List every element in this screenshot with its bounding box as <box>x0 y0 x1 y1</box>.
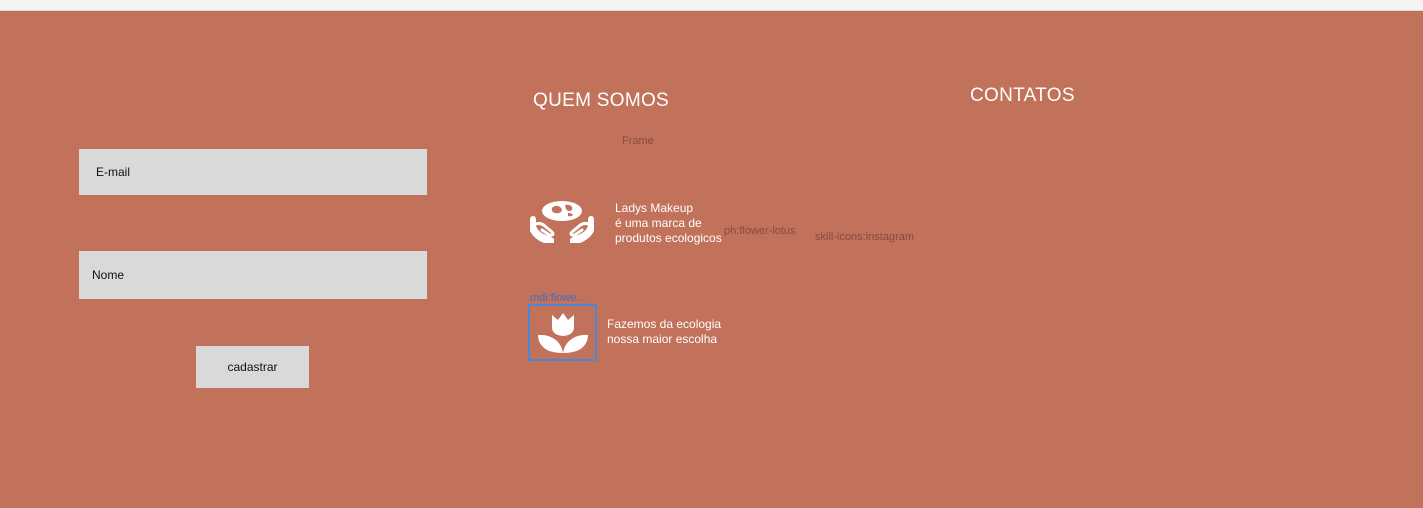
brand-line: Ladys Makeup <box>615 201 694 215</box>
hands-globe-icon <box>528 198 596 244</box>
name-placeholder: Nome <box>92 268 125 282</box>
flower-tulip-icon[interactable] <box>528 304 597 361</box>
ecology-description: Fazemos da ecologia nossa maior escolha <box>607 317 721 347</box>
submit-button[interactable]: cadastrar <box>196 346 309 388</box>
brand-line: é uma marca de <box>615 216 702 230</box>
about-heading: QUEM SOMOS <box>533 90 670 111</box>
contacts-heading: CONTATOS <box>970 85 1075 106</box>
brand-line: produtos ecologicos <box>615 231 722 245</box>
instagram-layer-label: skill-icons:instagram <box>815 231 915 243</box>
name-field[interactable]: Nome <box>79 251 427 299</box>
top-toolbar-strip <box>0 0 1423 11</box>
brand-description: Ladys Makeup é uma marca de produtos eco… <box>615 201 722 246</box>
ecology-line: Fazemos da ecologia <box>607 317 722 331</box>
mdi-flower-layer-label: mdi:flowe... <box>530 292 586 304</box>
email-placeholder: E-mail <box>96 165 131 179</box>
email-field[interactable]: E-mail <box>79 149 427 195</box>
frame-layer-label: Frame <box>622 135 654 147</box>
lotus-layer-label: ph:flower-lotus <box>724 225 796 237</box>
ecology-line: nossa maior escolha <box>607 332 718 346</box>
